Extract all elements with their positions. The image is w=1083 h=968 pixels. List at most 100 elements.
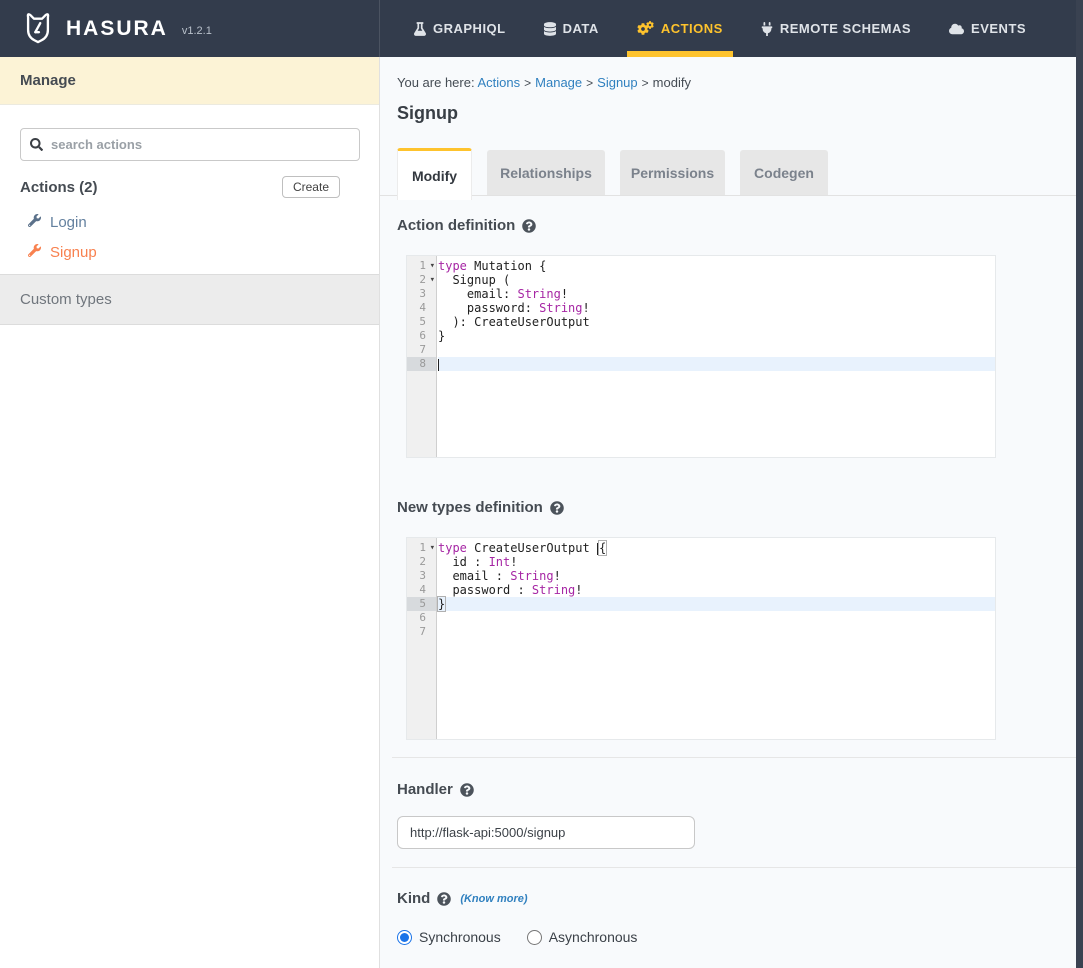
line-number: 8 xyxy=(407,357,436,371)
new-types-editor[interactable]: 1▾234567type CreateUserOutput { id : Int… xyxy=(406,537,996,740)
code-line xyxy=(438,625,995,639)
editor-gutter: 1▾2▾345678 xyxy=(407,256,437,457)
section-divider xyxy=(392,867,1076,868)
line-number: 1▾ xyxy=(407,259,436,273)
code-line: } xyxy=(438,329,995,343)
code-line: email : String! xyxy=(438,569,995,583)
tab-modify[interactable]: Modify xyxy=(397,148,472,200)
code-line: ): CreateUserOutput xyxy=(438,315,995,329)
line-number: 3 xyxy=(407,569,436,583)
search-input[interactable] xyxy=(20,128,360,161)
tab-permissions[interactable]: Permissions xyxy=(620,150,725,195)
asynchronous-radio[interactable] xyxy=(527,930,542,945)
nav-label: DATA xyxy=(563,21,599,36)
line-number: 6 xyxy=(407,611,436,625)
line-number: 5 xyxy=(407,315,436,329)
code-text: ! xyxy=(510,555,517,569)
code-text: ! xyxy=(583,301,590,315)
nav-label: GRAPHIQL xyxy=(433,21,506,36)
handler-url-input[interactable] xyxy=(397,816,695,849)
brand-name: HASURA xyxy=(66,17,168,41)
help-question-icon[interactable] xyxy=(437,892,451,906)
nav-label: EVENTS xyxy=(971,21,1026,36)
radio-synchronous[interactable]: Synchronous xyxy=(397,929,501,945)
active-nav-underline xyxy=(627,51,733,57)
editor-lines: type CreateUserOutput { id : Int! email … xyxy=(438,538,995,639)
breadcrumb-link-manage[interactable]: Manage xyxy=(535,75,582,90)
code-line: id : Int! xyxy=(438,555,995,569)
manage-label: Manage xyxy=(20,72,76,89)
line-number: 2 xyxy=(407,555,436,569)
code-text: ! xyxy=(575,583,582,597)
know-more-link[interactable]: (Know more) xyxy=(460,893,527,905)
fold-arrow-icon[interactable]: ▾ xyxy=(430,273,435,287)
line-number: 7 xyxy=(407,625,436,639)
cloud-icon xyxy=(949,23,964,35)
code-text: ): CreateUserOutput xyxy=(438,315,590,329)
new-types-heading: New types definition xyxy=(397,499,564,516)
tab-codegen[interactable]: Codegen xyxy=(740,150,828,195)
custom-types-label: Custom types xyxy=(20,291,112,308)
line-number: 1▾ xyxy=(407,541,436,555)
sidebar-item-manage[interactable]: Manage xyxy=(0,57,379,105)
main-content: You are here: Actions>Manage>Signup>modi… xyxy=(380,57,1076,968)
nav-item-graphiql[interactable]: GRAPHIQL xyxy=(408,0,512,57)
action-definition-editor[interactable]: 1▾2▾345678type Mutation { Signup ( email… xyxy=(406,255,996,458)
code-text: email: xyxy=(438,287,517,301)
code-text: ! xyxy=(554,569,561,583)
breadcrumb: You are here: Actions>Manage>Signup>modi… xyxy=(397,75,691,90)
line-number: 4 xyxy=(407,301,436,315)
code-keyword: String xyxy=(517,287,560,301)
create-action-button[interactable]: Create xyxy=(282,176,340,198)
breadcrumb-separator: > xyxy=(524,76,531,90)
action-definition-heading: Action definition xyxy=(397,217,536,234)
sidebar-item-signup[interactable]: Signup xyxy=(28,244,97,261)
fold-arrow-icon[interactable]: ▾ xyxy=(430,259,435,273)
page-scrollbar[interactable] xyxy=(1076,0,1083,968)
help-question-icon[interactable] xyxy=(460,783,474,797)
radio-asynchronous[interactable]: Asynchronous xyxy=(527,929,638,945)
line-number: 5 xyxy=(407,597,436,611)
database-icon xyxy=(544,22,556,36)
fold-arrow-icon[interactable]: ▾ xyxy=(430,541,435,555)
code-line xyxy=(438,611,995,625)
actions-count-label: Actions (2) xyxy=(20,179,98,196)
nav-item-data[interactable]: DATA xyxy=(538,0,605,57)
code-keyword: type xyxy=(438,259,467,273)
help-question-icon[interactable] xyxy=(550,501,564,515)
breadcrumb-link-signup[interactable]: Signup xyxy=(597,75,637,90)
gears-icon xyxy=(637,21,654,36)
code-text: ! xyxy=(561,287,568,301)
brand-block[interactable]: HASURA v1.2.1 xyxy=(0,0,380,57)
breadcrumb-current: modify xyxy=(653,75,691,90)
breadcrumb-link-actions[interactable]: Actions xyxy=(478,75,521,90)
synchronous-radio[interactable] xyxy=(397,930,412,945)
code-text: password: xyxy=(438,301,539,315)
radio-label: Synchronous xyxy=(419,929,501,945)
code-keyword: String xyxy=(510,569,553,583)
nav-item-actions[interactable]: ACTIONS xyxy=(631,0,729,57)
nav-item-remote-schemas[interactable]: REMOTE SCHEMAS xyxy=(755,0,917,57)
help-question-icon[interactable] xyxy=(522,219,536,233)
tab-relationships[interactable]: Relationships xyxy=(487,150,605,195)
wrench-icon xyxy=(28,244,41,261)
line-number: 4 xyxy=(407,583,436,597)
code-line: type Mutation { xyxy=(438,259,995,273)
nav-label: ACTIONS xyxy=(661,21,723,36)
code-keyword: String xyxy=(532,583,575,597)
sidebar-item-login[interactable]: Login xyxy=(28,214,87,231)
code-line: password: String! xyxy=(438,301,995,315)
nav-item-events[interactable]: EVENTS xyxy=(943,0,1032,57)
editor-lines: type Mutation { Signup ( email: String! … xyxy=(438,256,995,371)
sidebar-item-custom-types[interactable]: Custom types xyxy=(0,274,379,325)
code-text: Signup ( xyxy=(438,273,510,287)
code-line: } xyxy=(438,597,995,611)
line-number: 3 xyxy=(407,287,436,301)
sidebar: Manage Actions (2) Create Login Signup C… xyxy=(0,57,380,968)
code-line: email: String! xyxy=(438,287,995,301)
section-title: Kind xyxy=(397,890,430,907)
action-item-label: Login xyxy=(50,214,87,231)
top-header: HASURA v1.2.1 GRAPHIQL DATA ACTIONS xyxy=(0,0,1083,57)
code-line xyxy=(438,343,995,357)
top-nav: GRAPHIQL DATA ACTIONS REMOTE SCHEMAS xyxy=(380,0,1058,57)
